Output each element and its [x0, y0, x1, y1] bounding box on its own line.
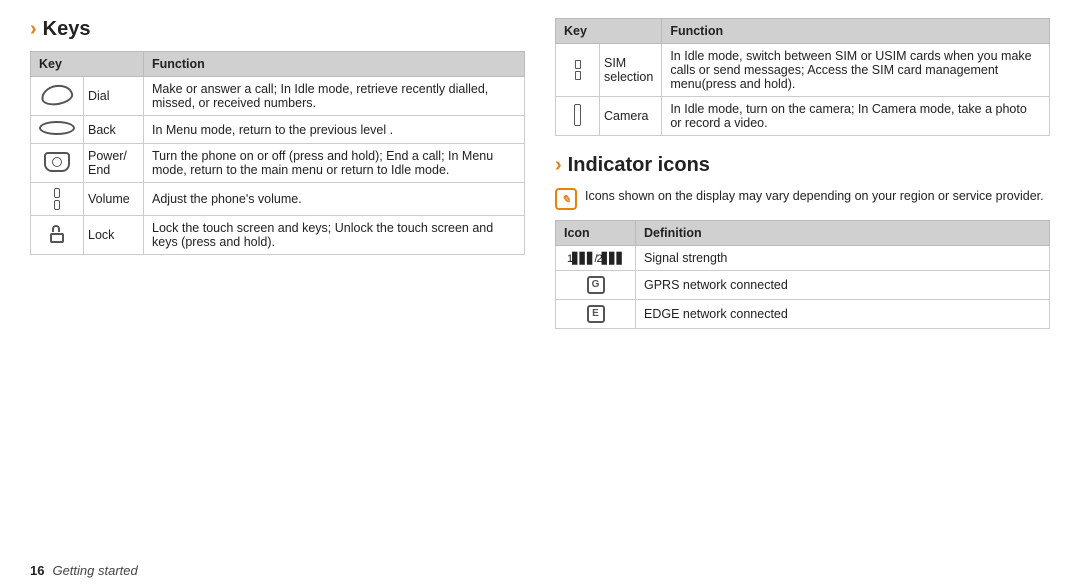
- sim-icon: [564, 60, 591, 80]
- keys-table: Key Function Dial Make or answer a call;…: [30, 51, 525, 255]
- table-row: Volume Adjust the phone's volume.: [31, 183, 525, 216]
- camera-function: In Idle mode, turn on the camera; In Cam…: [662, 97, 1050, 136]
- camera-icon: [574, 104, 581, 126]
- camera-key-name: Camera: [600, 97, 662, 136]
- right-column: Key Function SIM selection In Idle mode,…: [555, 18, 1050, 553]
- lock-icon: [49, 225, 65, 243]
- lock-body: [50, 233, 64, 243]
- chevron-icon: ›: [30, 18, 37, 41]
- indicator-table: Icon Definition 1▋▋▋/2▋▋▋ Signal strengt…: [555, 220, 1050, 329]
- right-col-function-header: Function: [662, 19, 1050, 44]
- definition-col-header: Definition: [636, 221, 1050, 246]
- sim-icon-cell: [556, 44, 600, 97]
- sim-icon-bar1: [575, 60, 581, 69]
- keys-section-title: › Keys: [30, 18, 525, 41]
- edge-icon: E: [587, 305, 605, 323]
- note-icon: ✎: [555, 188, 577, 210]
- left-column: › Keys Key Function Dial Make or answer …: [30, 18, 525, 553]
- power-icon-cell: [31, 144, 84, 183]
- camera-icon-cell: [556, 97, 600, 136]
- table-row: 1▋▋▋/2▋▋▋ Signal strength: [556, 246, 1050, 271]
- edge-definition: EDGE network connected: [636, 300, 1050, 329]
- indicator-title-text: Indicator icons: [568, 154, 710, 177]
- edge-icon-cell: E: [556, 300, 636, 329]
- indicator-section-title: › Indicator icons: [555, 154, 1050, 177]
- indicator-chevron-icon: ›: [555, 154, 562, 177]
- table-row: Power/ End Turn the phone on or off (pre…: [31, 144, 525, 183]
- indicator-section: › Indicator icons ✎ Icons shown on the d…: [555, 154, 1050, 329]
- lock-function: Lock the touch screen and keys; Unlock t…: [144, 216, 525, 255]
- dial-icon-cell: [31, 77, 84, 116]
- power-key-name: Power/ End: [84, 144, 144, 183]
- volume-function: Adjust the phone's volume.: [144, 183, 525, 216]
- table-row: Camera In Idle mode, turn on the camera;…: [556, 97, 1050, 136]
- right-col-key-header: Key: [556, 19, 662, 44]
- sim-key-name: SIM selection: [600, 44, 662, 97]
- keys-table-header: Key Function: [31, 52, 525, 77]
- page-number: 16: [30, 563, 44, 578]
- back-key-name: Back: [84, 116, 144, 144]
- lock-icon-cell: [31, 216, 84, 255]
- volume-icon-bottom: [54, 200, 60, 210]
- signal-strength-icon: 1▋▋▋/2▋▋▋: [567, 253, 624, 265]
- dial-function: Make or answer a call; In Idle mode, ret…: [144, 77, 525, 116]
- keys-title-text: Keys: [43, 18, 91, 41]
- dial-key-name: Dial: [84, 77, 144, 116]
- sim-function: In Idle mode, switch between SIM or USIM…: [662, 44, 1050, 97]
- volume-icon-cell: [31, 183, 84, 216]
- table-row: SIM selection In Idle mode, switch betwe…: [556, 44, 1050, 97]
- note-text: Icons shown on the display may vary depe…: [585, 187, 1044, 206]
- footer-text: Getting started: [52, 563, 137, 578]
- sim-icon-bar2: [575, 71, 581, 80]
- col-function-header: Function: [144, 52, 525, 77]
- power-icon: [44, 152, 70, 172]
- back-icon-cell: [31, 116, 84, 144]
- note-box: ✎ Icons shown on the display may vary de…: [555, 187, 1050, 210]
- table-row: Lock Lock the touch screen and keys; Unl…: [31, 216, 525, 255]
- table-row: Dial Make or answer a call; In Idle mode…: [31, 77, 525, 116]
- dial-icon: [40, 82, 75, 107]
- back-icon: [39, 121, 75, 135]
- volume-icon: [39, 188, 75, 210]
- gprs-icon: G: [587, 276, 605, 294]
- footer: 16 Getting started: [0, 553, 1080, 586]
- signal-definition: Signal strength: [636, 246, 1050, 271]
- power-function: Turn the phone on or off (press and hold…: [144, 144, 525, 183]
- icon-col-header: Icon: [556, 221, 636, 246]
- back-function: In Menu mode, return to the previous lev…: [144, 116, 525, 144]
- right-keys-table: Key Function SIM selection In Idle mode,…: [555, 18, 1050, 136]
- gprs-icon-cell: G: [556, 271, 636, 300]
- indicator-table-header: Icon Definition: [556, 221, 1050, 246]
- lock-key-name: Lock: [84, 216, 144, 255]
- table-row: Back In Menu mode, return to the previou…: [31, 116, 525, 144]
- table-row: G GPRS network connected: [556, 271, 1050, 300]
- volume-key-name: Volume: [84, 183, 144, 216]
- lock-shackle: [52, 225, 60, 232]
- gprs-definition: GPRS network connected: [636, 271, 1050, 300]
- table-row: E EDGE network connected: [556, 300, 1050, 329]
- page-content: › Keys Key Function Dial Make or answer …: [0, 0, 1080, 553]
- signal-icon-cell: 1▋▋▋/2▋▋▋: [556, 246, 636, 271]
- right-table-header: Key Function: [556, 19, 1050, 44]
- col-key-header: Key: [31, 52, 144, 77]
- volume-icon-top: [54, 188, 60, 198]
